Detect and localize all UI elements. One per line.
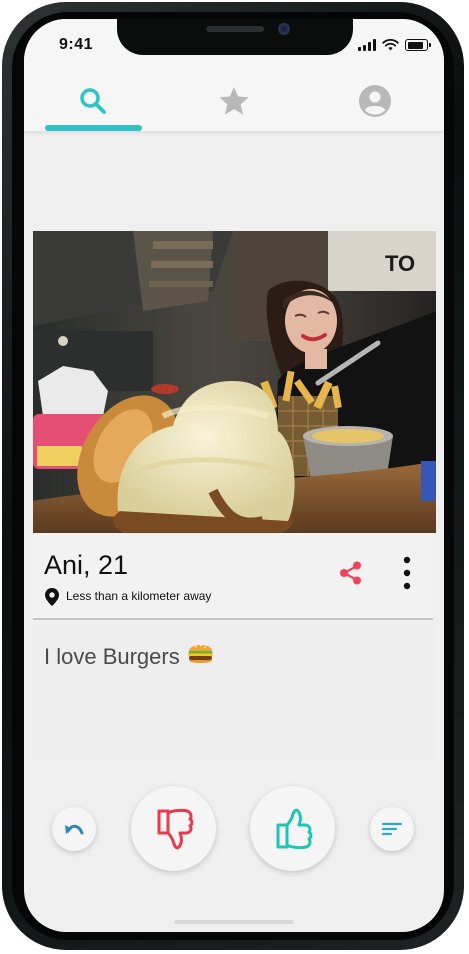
tab-bar [24,71,444,131]
status-time: 9:41 [59,36,94,53]
location-pin-icon [45,588,59,606]
profile-name-age: Ani, 21 [44,550,129,580]
share-button[interactable] [336,558,366,588]
undo-button[interactable] [52,807,96,851]
profile-icon [359,85,391,117]
active-tab-indicator [45,125,142,131]
wifi-icon [382,39,399,51]
front-camera [278,23,290,35]
profile-photo[interactable]: TO [33,231,436,533]
search-icon [80,88,106,114]
dislike-button[interactable] [131,786,216,871]
battery-icon [405,39,431,51]
bio-text: I love Burgers [44,644,180,669]
speaker-grille [206,26,264,32]
app-screen: 9:41 TO Ani, 21 Less than a kilometer aw… [24,19,444,932]
star-icon [219,87,249,115]
signal-icon [358,39,376,51]
status-icons [358,39,431,51]
more-vertical-icon [403,556,411,590]
tab-favorites[interactable] [184,71,284,131]
profile-photo-image: TO [33,231,436,533]
thumbs-down-icon [157,808,193,849]
svg-text:TO: TO [385,251,415,276]
burger-emoji-icon [188,644,213,663]
home-indicator[interactable] [174,920,294,924]
more-options-button[interactable] [397,555,417,591]
share-icon [340,561,361,585]
filter-icon [381,822,403,836]
thumbs-up-icon [276,808,312,849]
profile-bio: I love Burgers [33,620,433,760]
profile-info: Ani, 21 Less than a kilometer away [33,533,433,620]
undo-icon [65,824,84,835]
tab-search[interactable] [43,71,143,131]
filter-button[interactable] [370,807,414,851]
like-button[interactable] [250,786,335,871]
notch [117,19,353,55]
tab-profile[interactable] [325,71,425,131]
profile-distance: Less than a kilometer away [66,589,212,603]
